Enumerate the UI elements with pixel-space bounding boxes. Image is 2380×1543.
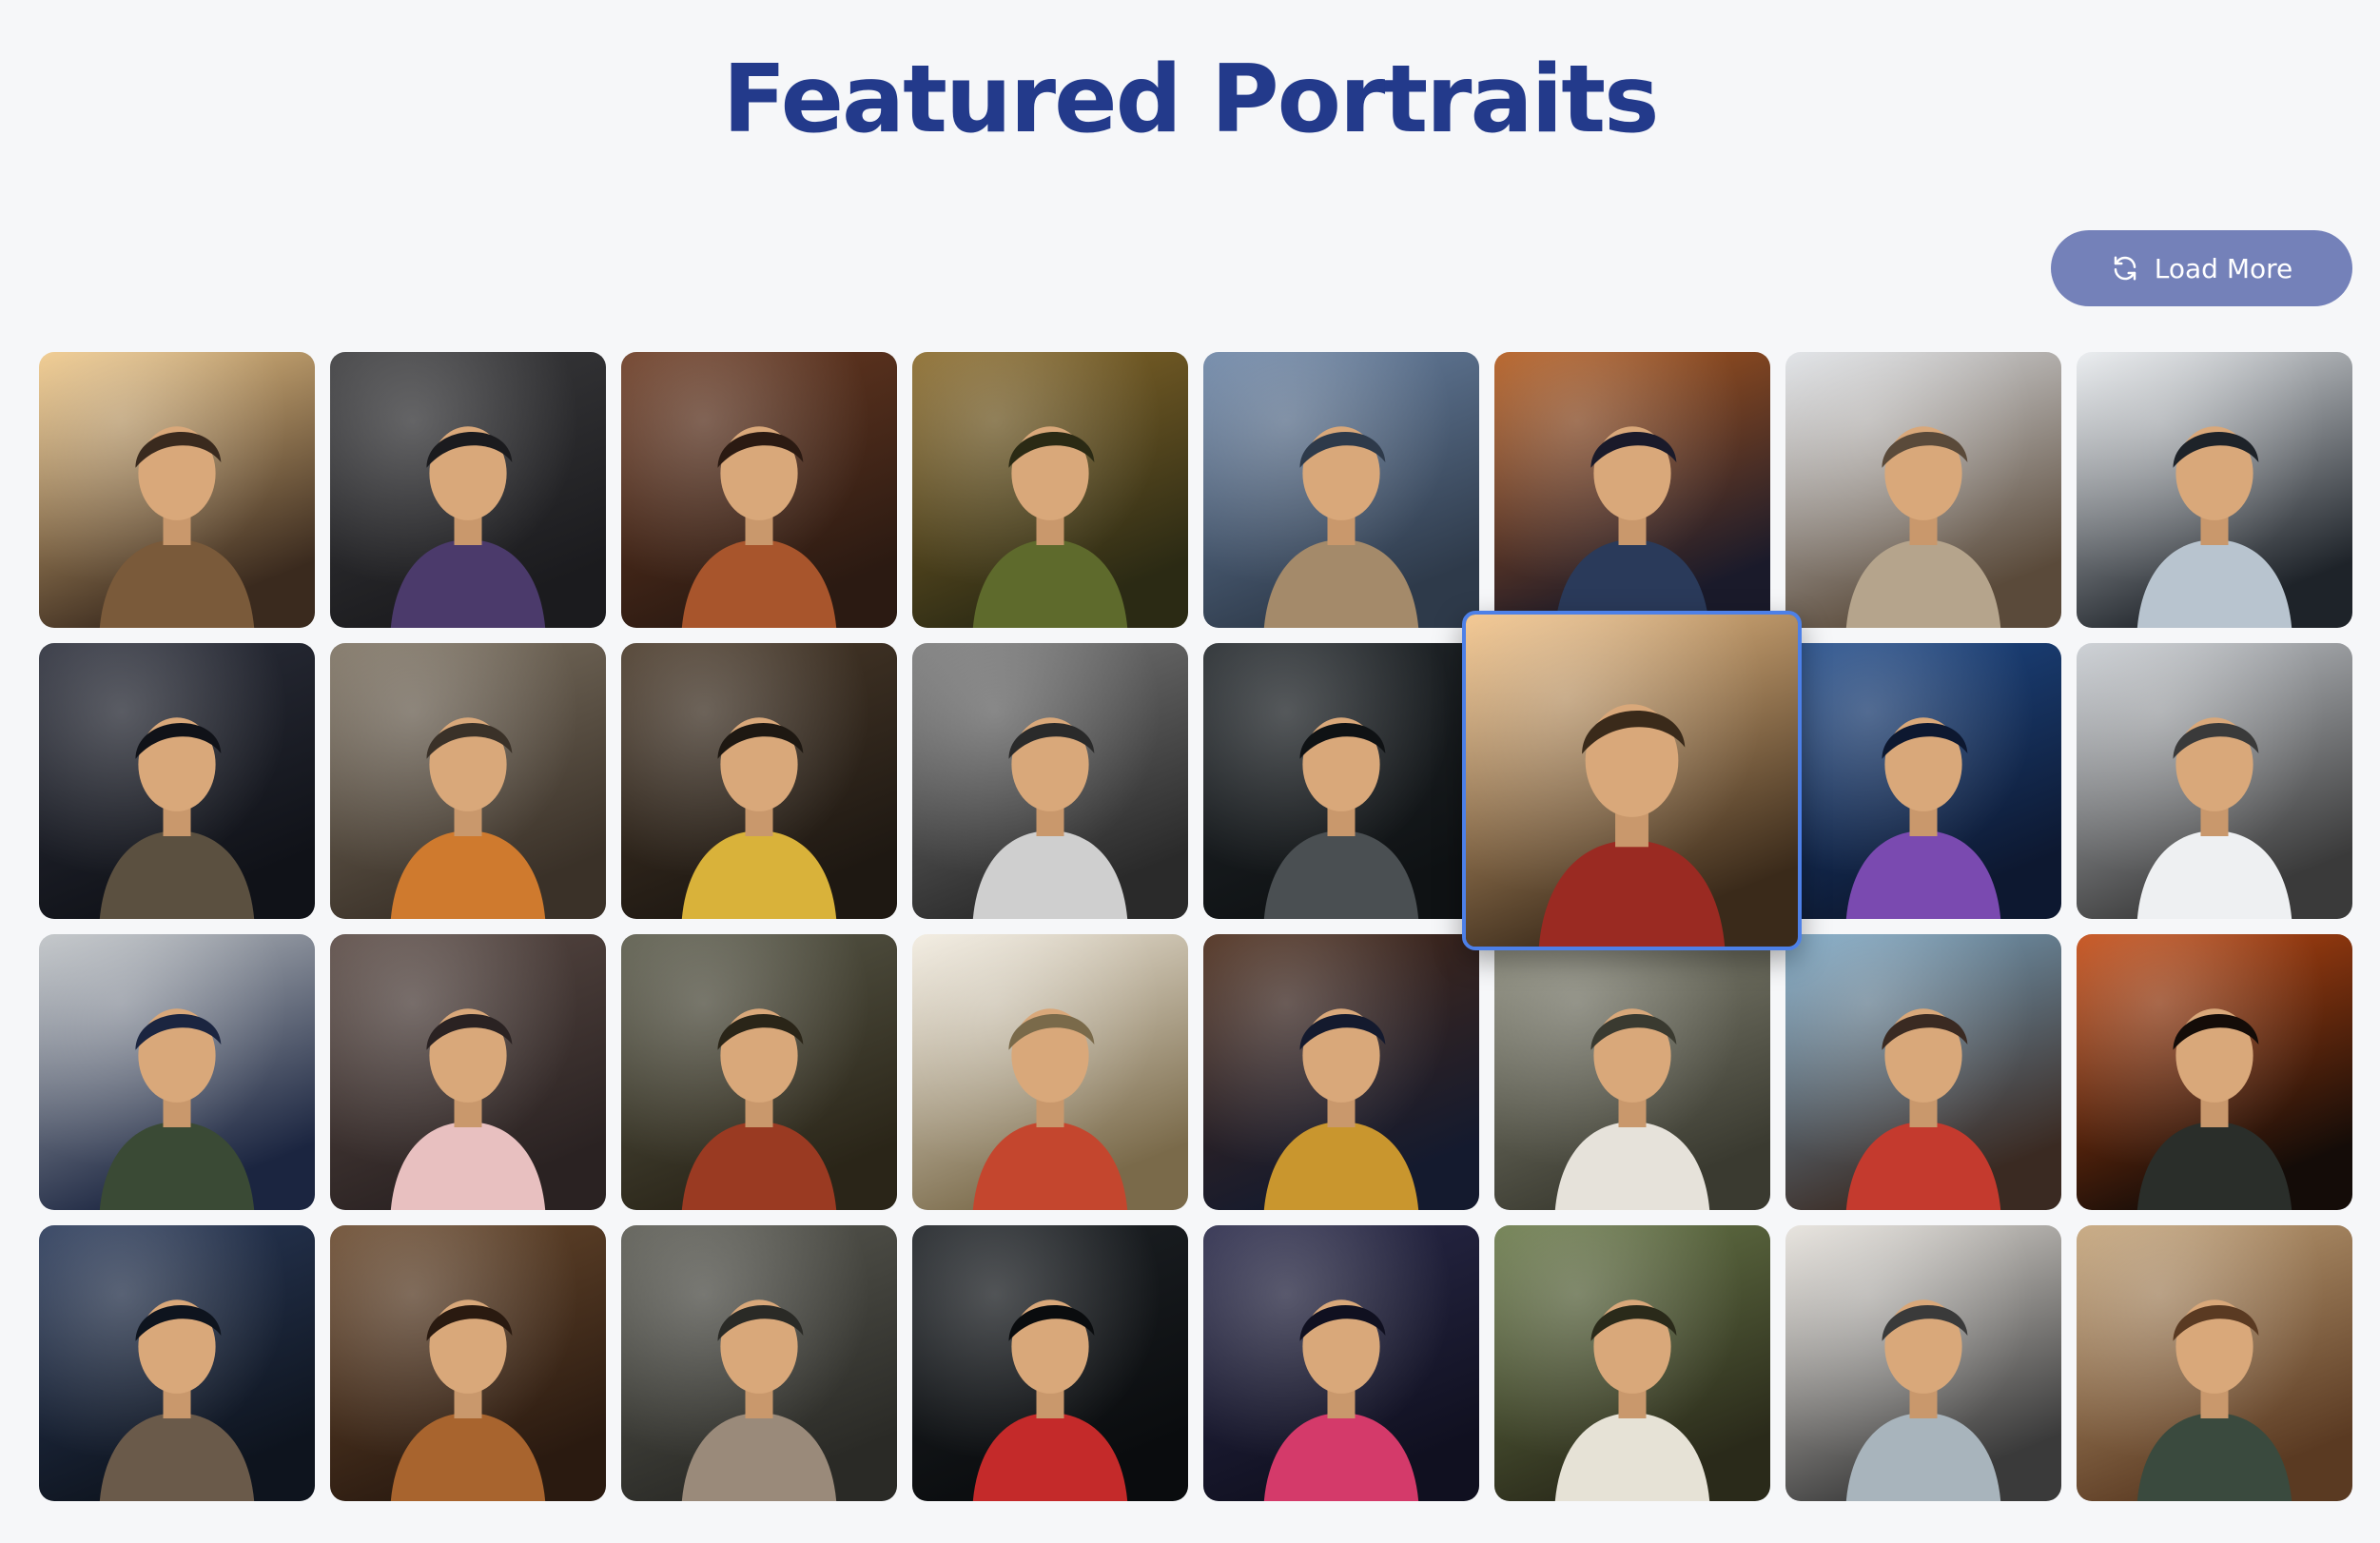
portrait-tile[interactable] xyxy=(912,643,1188,919)
portrait-tile[interactable] xyxy=(912,1225,1188,1501)
portrait-tile[interactable] xyxy=(1785,934,2061,1210)
portrait-tile[interactable] xyxy=(330,934,606,1210)
portrait-street-youths xyxy=(621,1225,897,1501)
portrait-tile[interactable] xyxy=(330,643,606,919)
portrait-singer-with-microphone xyxy=(330,934,606,1210)
portrait-tile[interactable] xyxy=(39,1225,315,1501)
portrait-woman-white-dress-street xyxy=(1785,352,2061,628)
portrait-gallery xyxy=(0,0,2380,1543)
portrait-woman-yellow-shirt xyxy=(621,643,897,919)
portrait-woman-construction-worker xyxy=(330,643,606,919)
portrait-tile[interactable] xyxy=(39,934,315,1210)
portrait-knight-on-horse xyxy=(621,934,897,1210)
portrait-tile[interactable] xyxy=(2077,1225,2352,1501)
portrait-man-peace-sign-night-market xyxy=(1203,1225,1479,1501)
portrait-tile[interactable] xyxy=(39,643,315,919)
portrait-smiling-man-white-suit xyxy=(1494,934,1770,1210)
portrait-girl-chalkboard xyxy=(2077,1225,2352,1501)
portrait-tile[interactable] xyxy=(2077,643,2352,919)
portrait-pencil-sketch-man xyxy=(912,643,1188,919)
portrait-curly-woman-beach xyxy=(1785,934,2061,1210)
portrait-tile[interactable] xyxy=(2077,352,2352,628)
portrait-warrior-woman xyxy=(330,1225,606,1501)
portrait-tile[interactable] xyxy=(2077,934,2352,1210)
portrait-tile[interactable] xyxy=(621,643,897,919)
portrait-warrior-youth xyxy=(621,352,897,628)
portrait-tile[interactable] xyxy=(1494,934,1770,1210)
portrait-smiling-man-red-jacket xyxy=(1466,615,1798,947)
portrait-man-white-suit-seagulls xyxy=(1785,1225,2061,1501)
portrait-tile[interactable] xyxy=(330,352,606,628)
portrait-tile[interactable] xyxy=(1785,1225,2061,1501)
portrait-boy-with-headphones xyxy=(912,1225,1188,1501)
portrait-tile[interactable] xyxy=(1785,643,2061,919)
portrait-woman-with-lion xyxy=(1494,1225,1770,1501)
portrait-neon-cyber-woman xyxy=(1785,643,2061,919)
portrait-tile[interactable] xyxy=(39,352,315,628)
portrait-fairy-in-forest xyxy=(912,352,1188,628)
portrait-laughing-man-with-friends xyxy=(39,352,315,628)
portrait-tile[interactable] xyxy=(912,934,1188,1210)
portrait-wolf-hiker-mountain xyxy=(912,934,1188,1210)
portrait-tile[interactable] xyxy=(1494,1225,1770,1501)
portrait-man-sunglasses-temple xyxy=(1203,934,1479,1210)
portrait-woman-airship-cockpit xyxy=(39,1225,315,1501)
portrait-tile[interactable] xyxy=(1203,352,1479,628)
portrait-joker-on-stairs xyxy=(330,352,606,628)
portrait-tile[interactable] xyxy=(1203,1225,1479,1501)
portrait-man-in-suit-helicopter xyxy=(2077,352,2352,628)
portrait-robot-astronaut-girl xyxy=(1494,352,1770,628)
portrait-tile[interactable] xyxy=(1203,934,1479,1210)
portrait-tile[interactable] xyxy=(1462,611,1802,950)
portrait-pianist-on-stage xyxy=(39,643,315,919)
portrait-tile[interactable] xyxy=(621,352,897,628)
portrait-laughing-guitarist xyxy=(1203,643,1479,919)
portrait-tile[interactable] xyxy=(912,352,1188,628)
portrait-tile[interactable] xyxy=(1203,643,1479,919)
portrait-tile[interactable] xyxy=(330,1225,606,1501)
portrait-tile[interactable] xyxy=(621,1225,897,1501)
portrait-woman-blue-gown-field xyxy=(39,934,315,1210)
portrait-bride-with-horse xyxy=(2077,643,2352,919)
portrait-laughing-woman-with-bird xyxy=(1203,352,1479,628)
portrait-tile[interactable] xyxy=(1785,352,2061,628)
portrait-tile[interactable] xyxy=(1494,352,1770,628)
portrait-firefighter xyxy=(2077,934,2352,1210)
portrait-tile[interactable] xyxy=(621,934,897,1210)
